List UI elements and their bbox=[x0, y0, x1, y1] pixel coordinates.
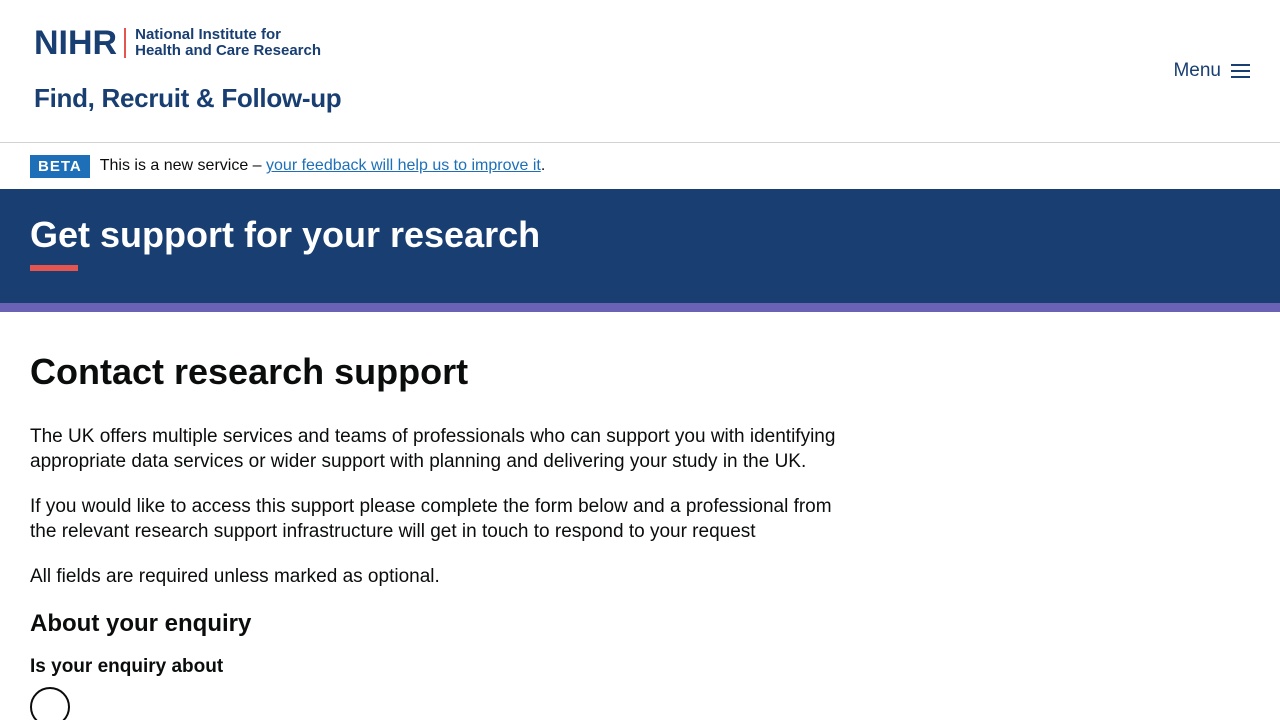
hero-title: Get support for your research bbox=[30, 214, 541, 255]
required-fields-note: All fields are required unless marked as… bbox=[30, 566, 440, 587]
beta-message: This is a new service – your feedback wi… bbox=[100, 157, 546, 175]
menu-button[interactable]: Menu bbox=[1173, 60, 1250, 82]
nihr-logo[interactable]: NIHR National Institute for Health and C… bbox=[34, 26, 321, 60]
feedback-link[interactable]: your feedback will help us to improve it bbox=[266, 157, 541, 174]
hamburger-icon bbox=[1231, 64, 1250, 78]
logo-text: National Institute for Health and Care R… bbox=[135, 27, 321, 59]
enquiry-type-label: Is your enquiry about bbox=[30, 656, 224, 677]
logo-divider bbox=[124, 28, 127, 58]
main-content: Contact research support The UK offers m… bbox=[30, 350, 840, 720]
beta-text-after: . bbox=[540, 157, 546, 174]
page-title: Contact research support bbox=[30, 351, 469, 392]
logo-mark: NIHR bbox=[34, 24, 118, 62]
beta-tag: BETA bbox=[30, 154, 90, 178]
service-name-link[interactable]: Find, Recruit & Follow-up bbox=[34, 83, 342, 114]
menu-label: Menu bbox=[1173, 60, 1221, 81]
section-heading: About your enquiry bbox=[30, 610, 252, 637]
hero-accent-underline bbox=[30, 265, 78, 271]
intro-paragraph-2: If you would like to access this support… bbox=[30, 496, 832, 542]
hero-stripe bbox=[0, 303, 1280, 312]
beta-text-before: This is a new service – bbox=[99, 157, 267, 174]
hero-banner: Get support for your research bbox=[0, 189, 1280, 303]
enquiry-type-radio[interactable] bbox=[30, 687, 70, 720]
site-header: NIHR National Institute for Health and C… bbox=[0, 0, 1280, 143]
logo-line-1: National Institute for bbox=[135, 26, 281, 43]
beta-banner: BETA This is a new service – your feedba… bbox=[0, 143, 1280, 189]
intro-paragraph-1: The UK offers multiple services and team… bbox=[30, 426, 836, 472]
logo-line-2: Health and Care Research bbox=[135, 42, 322, 59]
